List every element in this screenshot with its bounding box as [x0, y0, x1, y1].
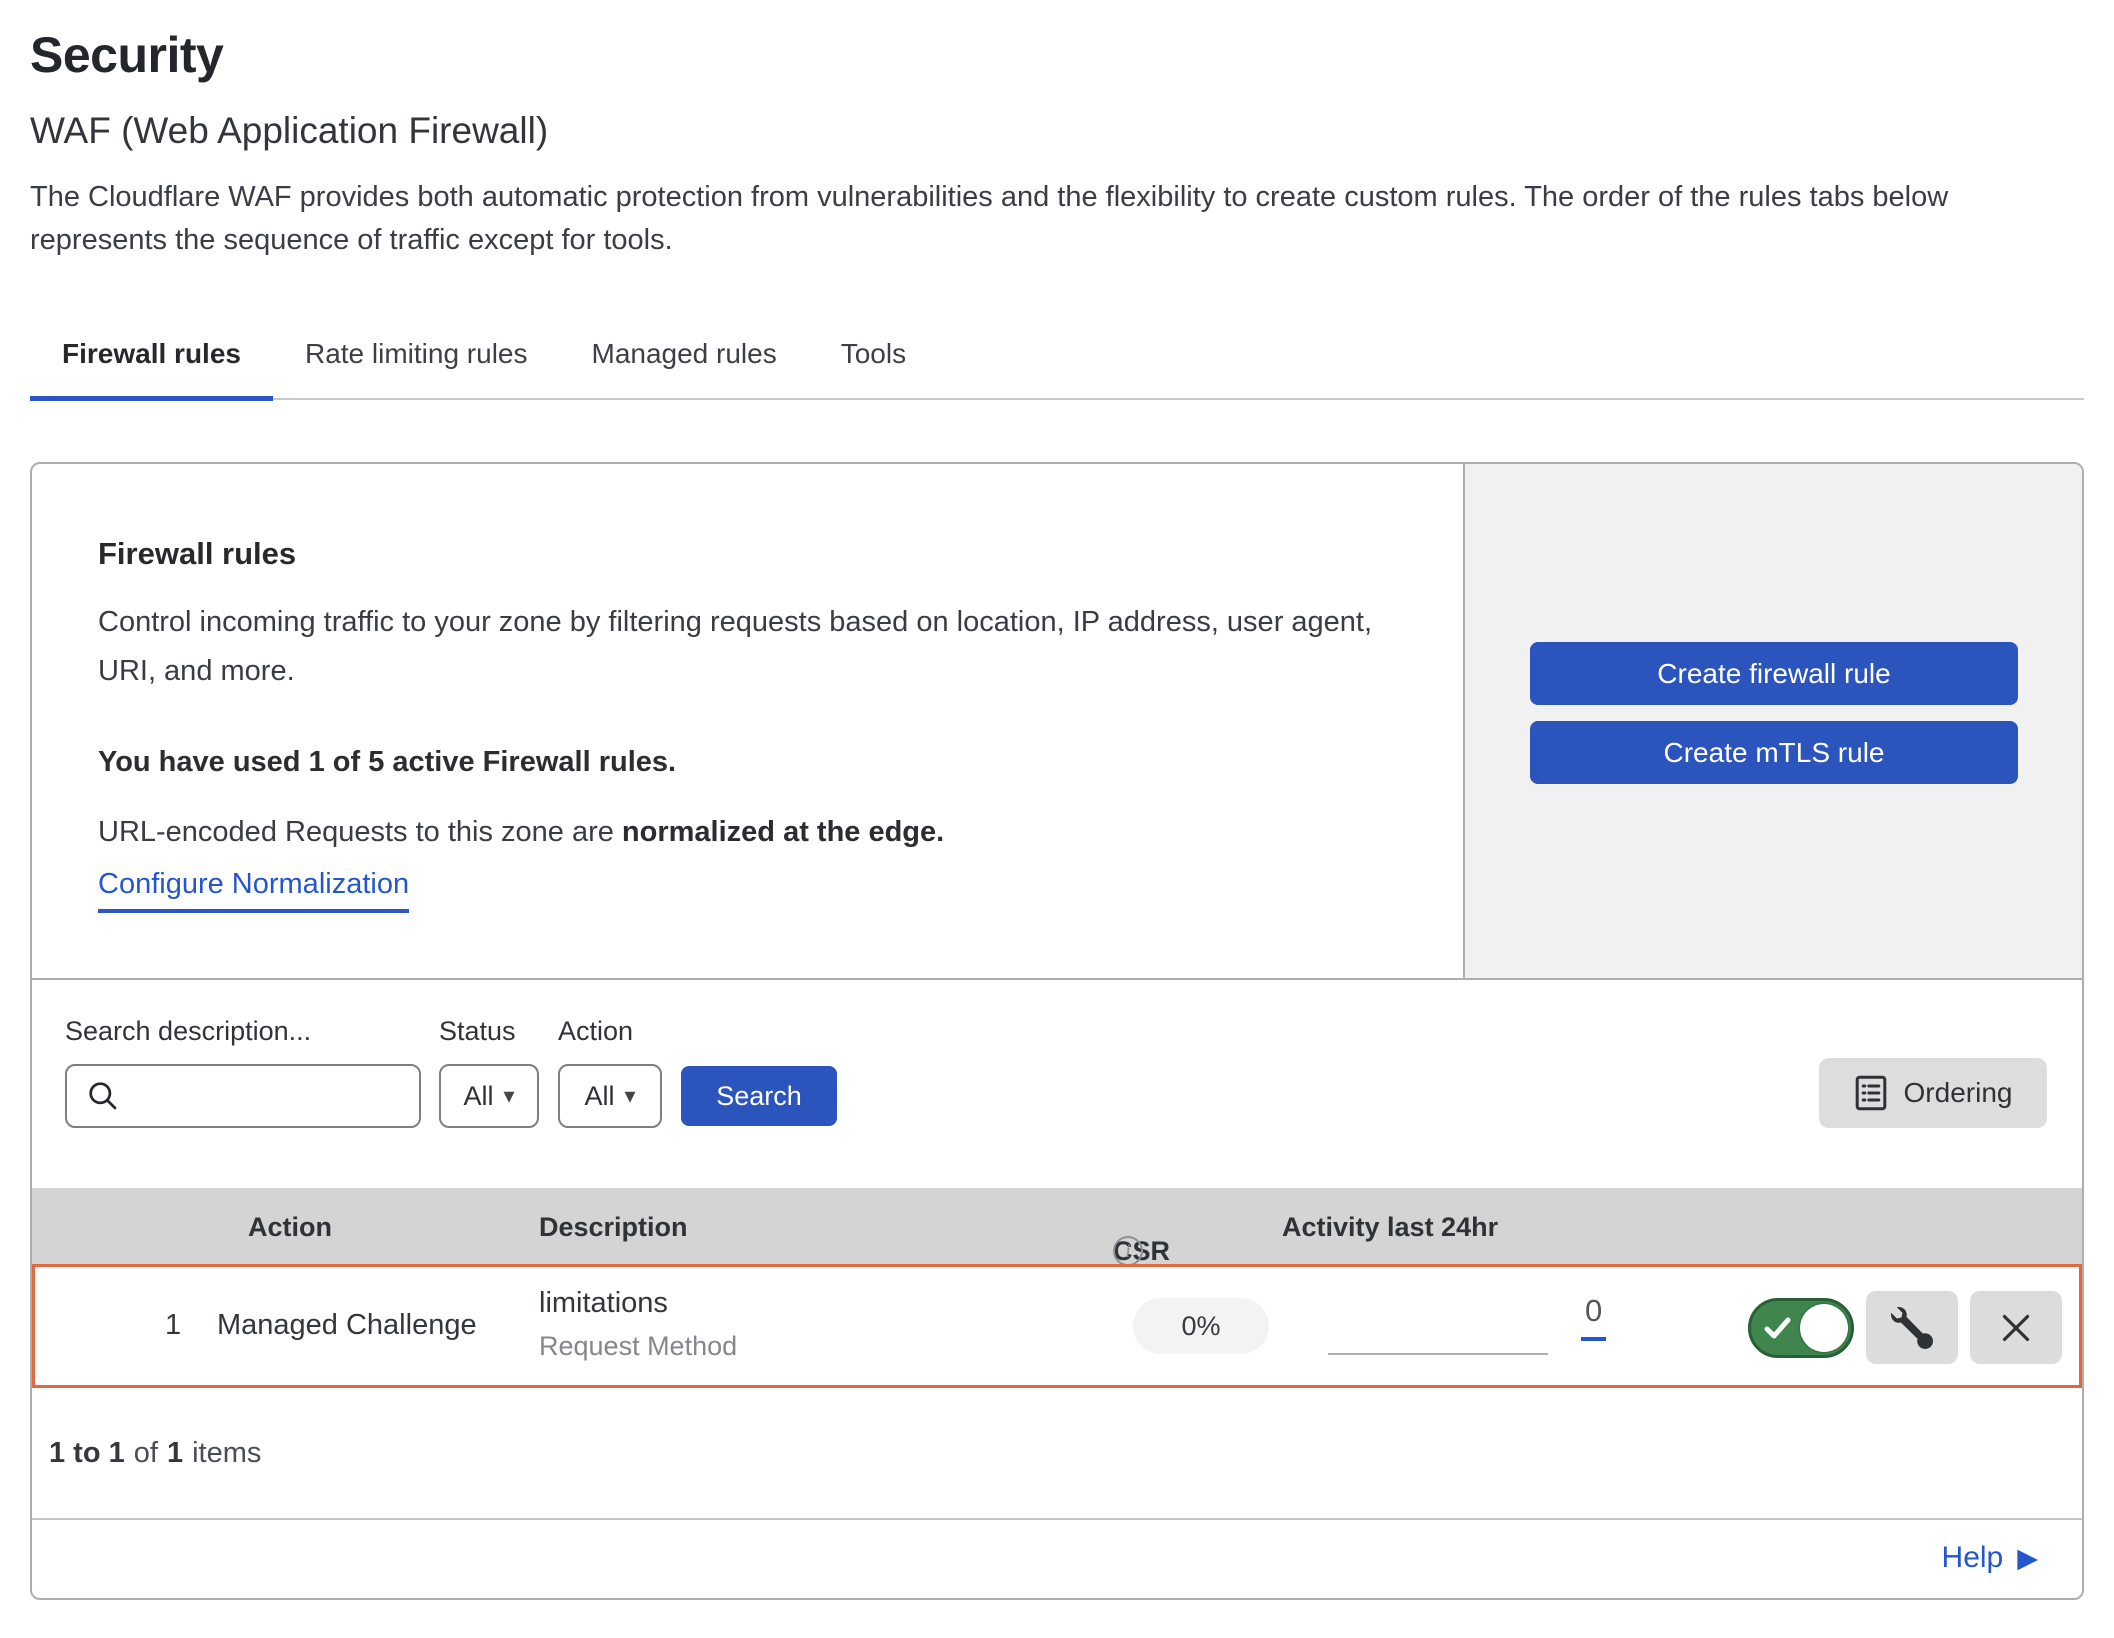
card-heading: Firewall rules	[98, 536, 296, 572]
pagination-footer: 1 to 1 of 1 items	[32, 1388, 2082, 1520]
normalization-text-plain: URL-encoded Requests to this zone are	[98, 816, 622, 848]
table-row[interactable]: 1 Managed Challenge limitations Request …	[32, 1264, 2082, 1388]
activity-sparkline	[1328, 1353, 1548, 1355]
close-icon	[1995, 1307, 2037, 1349]
search-box[interactable]	[65, 1064, 421, 1128]
action-dropdown-value: All	[584, 1081, 614, 1112]
search-input[interactable]	[131, 1066, 485, 1126]
tab-tools[interactable]: Tools	[809, 332, 938, 398]
help-arrow-icon: ▶	[2017, 1543, 2038, 1574]
rule-description-detail: Request Method	[539, 1331, 737, 1362]
search-icon	[85, 1078, 121, 1114]
pagination-range: 1 to 1	[49, 1437, 125, 1469]
pagination-total: 1	[167, 1437, 183, 1469]
pagination-items: items	[192, 1437, 261, 1470]
wrench-icon	[1891, 1307, 1933, 1349]
firewall-rules-panel: Firewall rules Control incoming traffic …	[30, 462, 2084, 1600]
tab-label: Tools	[841, 338, 906, 369]
help-link-label: Help	[1942, 1541, 2004, 1575]
search-button[interactable]: Search	[681, 1066, 837, 1126]
edit-rule-button[interactable]	[1866, 1291, 1958, 1364]
card-side-panel: Create firewall rule Create mTLS rule	[1463, 464, 2082, 978]
toggle-knob	[1800, 1304, 1848, 1352]
page-header: Security WAF (Web Application Firewall) …	[30, 26, 2084, 262]
tab-label: Managed rules	[592, 338, 777, 369]
pagination-of: of	[134, 1437, 158, 1470]
column-header-activity: Activity last 24hr	[1282, 1212, 1498, 1243]
status-dropdown-value: All	[463, 1081, 493, 1112]
rule-action: Managed Challenge	[217, 1309, 477, 1342]
activity-count-link[interactable]: 0	[1581, 1293, 1606, 1341]
create-mtls-rule-button[interactable]: Create mTLS rule	[1530, 721, 2018, 784]
column-header-action: Action	[248, 1212, 332, 1243]
tab-label: Firewall rules	[62, 338, 241, 369]
csr-value-badge: 0%	[1133, 1298, 1269, 1354]
create-firewall-rule-button[interactable]: Create firewall rule	[1530, 642, 2018, 705]
configure-normalization-link[interactable]: Configure Normalization	[98, 868, 409, 913]
rules-usage-text: You have used 1 of 5 active Firewall rul…	[98, 746, 676, 779]
rule-description: limitations	[539, 1287, 668, 1320]
info-icon[interactable]: i	[1113, 1236, 1143, 1266]
filters-bar: Search description... Status Action All …	[32, 980, 2082, 1188]
tab-label: Rate limiting rules	[305, 338, 528, 369]
ordering-button-label: Ordering	[1904, 1077, 2013, 1109]
delete-rule-button[interactable]	[1970, 1291, 2062, 1364]
normalization-text: URL-encoded Requests to this zone are no…	[98, 816, 944, 849]
ordering-list-icon	[1854, 1074, 1888, 1112]
search-label: Search description...	[65, 1016, 311, 1047]
check-icon	[1763, 1316, 1792, 1341]
page-title: Security	[30, 26, 2084, 84]
status-dropdown[interactable]: All ▾	[439, 1064, 539, 1128]
rule-priority: 1	[165, 1309, 181, 1342]
page-subtitle: WAF (Web Application Firewall)	[30, 110, 2084, 152]
rule-enabled-toggle[interactable]	[1748, 1298, 1854, 1358]
tab-managed-rules[interactable]: Managed rules	[560, 332, 809, 398]
action-label: Action	[558, 1016, 633, 1047]
status-label: Status	[439, 1016, 516, 1047]
ordering-button[interactable]: Ordering	[1819, 1058, 2047, 1128]
page-description: The Cloudflare WAF provides both automat…	[30, 176, 2050, 262]
tab-rate-limiting-rules[interactable]: Rate limiting rules	[273, 332, 560, 398]
help-row: Help ▶	[32, 1520, 2082, 1596]
firewall-rules-card: Firewall rules Control incoming traffic …	[32, 464, 2082, 980]
normalization-text-bold: normalized at the edge.	[622, 816, 944, 848]
table-header: Action Description CSR i Activity last 2…	[32, 1188, 2082, 1264]
column-header-description: Description	[539, 1212, 688, 1243]
chevron-down-icon: ▾	[624, 1083, 635, 1109]
tab-firewall-rules[interactable]: Firewall rules	[30, 332, 273, 398]
action-dropdown[interactable]: All ▾	[558, 1064, 662, 1128]
help-link[interactable]: Help ▶	[1942, 1541, 2038, 1575]
card-description: Control incoming traffic to your zone by…	[98, 598, 1408, 696]
waf-tabbar: Firewall rules Rate limiting rules Manag…	[30, 332, 2084, 400]
chevron-down-icon: ▾	[503, 1083, 514, 1109]
